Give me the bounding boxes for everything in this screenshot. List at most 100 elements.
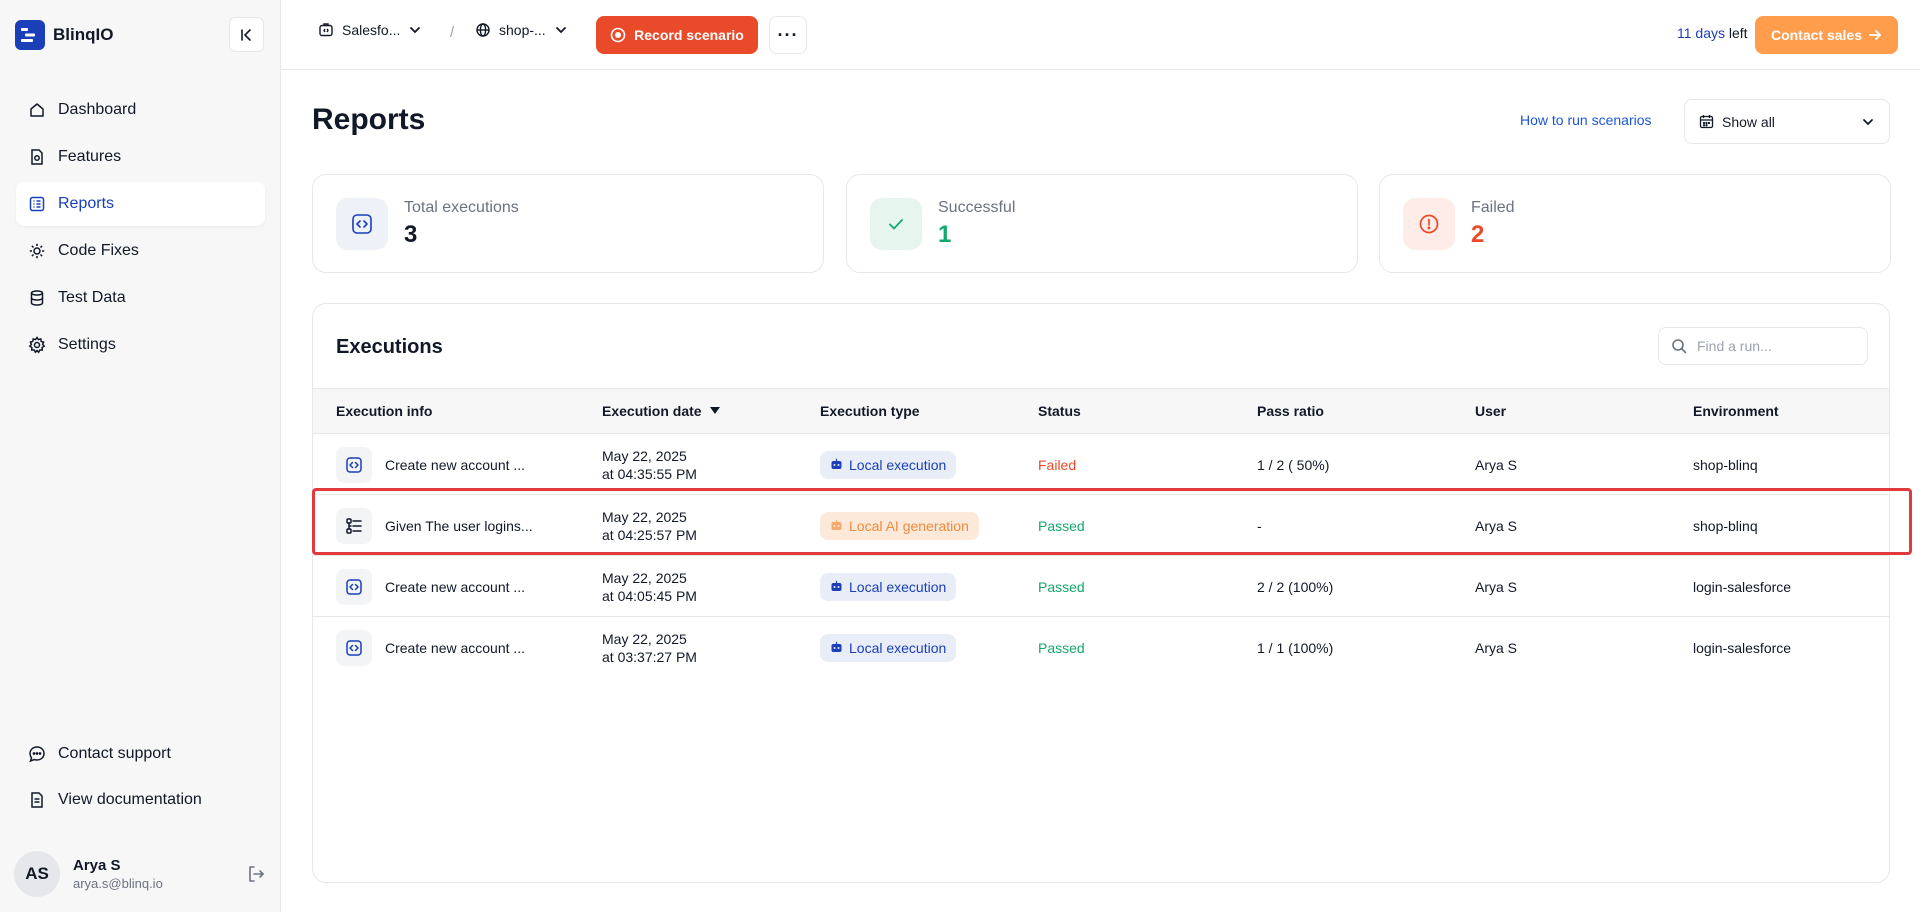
- list-icon: [29, 196, 45, 212]
- execution-time: at 03:37:27 PM: [602, 648, 697, 665]
- user-name: Arya S: [1475, 578, 1518, 595]
- environment-selector[interactable]: shop-...: [475, 22, 568, 38]
- sidebar-item-code-fixes[interactable]: Code Fixes: [16, 229, 265, 273]
- sidebar-item-reports[interactable]: Reports: [16, 182, 265, 226]
- blinq-logo-icon: [15, 20, 45, 50]
- status-label: Failed: [1038, 456, 1077, 473]
- record-icon: [610, 27, 626, 43]
- stat-successful: Successful 1: [846, 174, 1358, 273]
- stat-label: Failed: [1471, 199, 1515, 216]
- user-name: Arya S: [73, 857, 121, 874]
- pass-ratio: 2 / 2 (100%): [1257, 578, 1334, 595]
- chevron-down-icon: [555, 27, 566, 34]
- stat-value: 1: [938, 221, 952, 248]
- executions-panel: Executions Execution info Execution date…: [312, 303, 1890, 883]
- stat-label: Successful: [938, 199, 1016, 216]
- sidebar-item-label: Features: [58, 148, 122, 165]
- contact-support-label: Contact support: [58, 745, 171, 762]
- stat-total-executions: Total executions 3: [312, 174, 824, 273]
- collapse-left-icon: [240, 28, 251, 41]
- execution-name: Create new account ...: [385, 456, 526, 473]
- robot-icon: [831, 580, 842, 591]
- sidebar-item-label: Code Fixes: [58, 242, 139, 259]
- date-filter-dropdown[interactable]: Show all: [1684, 99, 1890, 144]
- page-title: Reports: [312, 103, 426, 136]
- trial-indicator: 11 days left: [1677, 25, 1748, 41]
- document-icon: [31, 792, 43, 808]
- sidebar-item-label: Settings: [58, 336, 116, 353]
- sidebar-item-test-data[interactable]: Test Data: [16, 276, 265, 320]
- more-options-button[interactable]: ···: [769, 16, 807, 54]
- contact-sales-button[interactable]: Contact sales: [1755, 16, 1898, 54]
- execution-type-badge: Local execution: [820, 450, 957, 479]
- sidebar-item-features[interactable]: Features: [16, 135, 265, 179]
- column-header-user[interactable]: User: [1475, 403, 1506, 419]
- search-box: [1658, 327, 1868, 365]
- sidebar-item-dashboard[interactable]: Dashboard: [16, 88, 265, 132]
- view-documentation-link[interactable]: View documentation: [16, 778, 265, 822]
- record-scenario-button[interactable]: Record scenario: [596, 16, 758, 54]
- sidebar-nav: Dashboard Features Reports Code Fixes Te…: [16, 88, 265, 370]
- avatar[interactable]: AS: [14, 851, 60, 897]
- column-header-pass-ratio[interactable]: Pass ratio: [1257, 403, 1324, 419]
- brand[interactable]: BlinqIO: [15, 20, 113, 50]
- column-header-execution-type[interactable]: Execution type: [820, 403, 920, 419]
- sort-desc-icon: [709, 407, 720, 414]
- check-icon: [870, 198, 922, 250]
- record-scenario-label: Record scenario: [634, 27, 744, 43]
- table-row[interactable]: Create new account ... May 22, 2025 at 03…: [313, 617, 1889, 678]
- pass-ratio: 1 / 2 ( 50%): [1257, 456, 1330, 473]
- execution-type-badge: Local execution: [820, 633, 957, 662]
- column-header-label: Execution date: [602, 403, 702, 419]
- code-icon: [336, 198, 388, 250]
- code-fix-icon: [29, 243, 45, 259]
- table-row[interactable]: Create new account ... May 22, 2025 at 04…: [313, 556, 1889, 617]
- code-icon: [336, 568, 372, 605]
- contact-sales-label: Contact sales: [1770, 27, 1863, 43]
- execution-type-label: Local execution: [849, 456, 947, 473]
- globe-icon: [476, 23, 490, 37]
- sidebar-item-label: Dashboard: [58, 101, 137, 118]
- alert-icon: [1403, 198, 1455, 250]
- execution-date: May 22, 2025: [602, 569, 687, 586]
- stat-value: 3: [404, 221, 418, 248]
- code-icon: [336, 446, 372, 483]
- code-icon: [336, 629, 372, 666]
- column-header-execution-date[interactable]: Execution date: [602, 403, 720, 419]
- pass-ratio: 1 / 1 (100%): [1257, 639, 1334, 656]
- brand-name: BlinqIO: [53, 25, 114, 44]
- database-icon: [30, 290, 44, 306]
- how-to-run-scenarios-link[interactable]: How to run scenarios: [1520, 112, 1652, 128]
- status-label: Passed: [1038, 578, 1085, 595]
- filter-value: Show all: [1722, 113, 1775, 130]
- execution-name: Create new account ...: [385, 639, 526, 656]
- logout-button[interactable]: [246, 864, 266, 889]
- trial-days: 11 days: [1677, 25, 1725, 41]
- sidebar-item-settings[interactable]: Settings: [16, 323, 265, 367]
- user-name: Arya S: [1475, 639, 1518, 656]
- search-input[interactable]: [1697, 338, 1847, 354]
- column-header-environment[interactable]: Environment: [1693, 403, 1779, 419]
- chat-icon: [29, 746, 45, 763]
- breadcrumb-separator: /: [450, 24, 455, 41]
- column-header-status[interactable]: Status: [1038, 403, 1081, 419]
- environment-name: login-salesforce: [1693, 578, 1792, 595]
- view-documentation-label: View documentation: [58, 791, 202, 808]
- execution-name: Create new account ...: [385, 578, 526, 595]
- execution-time: at 04:35:55 PM: [602, 465, 697, 482]
- project-name: Salesfo...: [342, 22, 401, 38]
- contact-support-link[interactable]: Contact support: [16, 732, 265, 776]
- chevron-down-icon: [410, 27, 421, 34]
- execution-type-badge: Local execution: [820, 572, 957, 601]
- stat-failed: Failed 2: [1379, 174, 1891, 273]
- table-row[interactable]: Create new account ... May 22, 2025 at 04…: [313, 434, 1889, 495]
- column-header-execution-info[interactable]: Execution info: [336, 403, 432, 419]
- logout-icon: [249, 866, 264, 882]
- sidebar-bottom: Contact support View documentation: [16, 732, 265, 824]
- collapse-sidebar-button[interactable]: [229, 17, 264, 52]
- environment-name: shop-...: [499, 22, 546, 38]
- user-name: Arya S: [1475, 456, 1518, 473]
- project-selector[interactable]: Salesfo...: [318, 22, 422, 38]
- search-icon: [1672, 339, 1687, 354]
- topbar: Salesfo... / shop-... Record scenario ··…: [281, 0, 1920, 70]
